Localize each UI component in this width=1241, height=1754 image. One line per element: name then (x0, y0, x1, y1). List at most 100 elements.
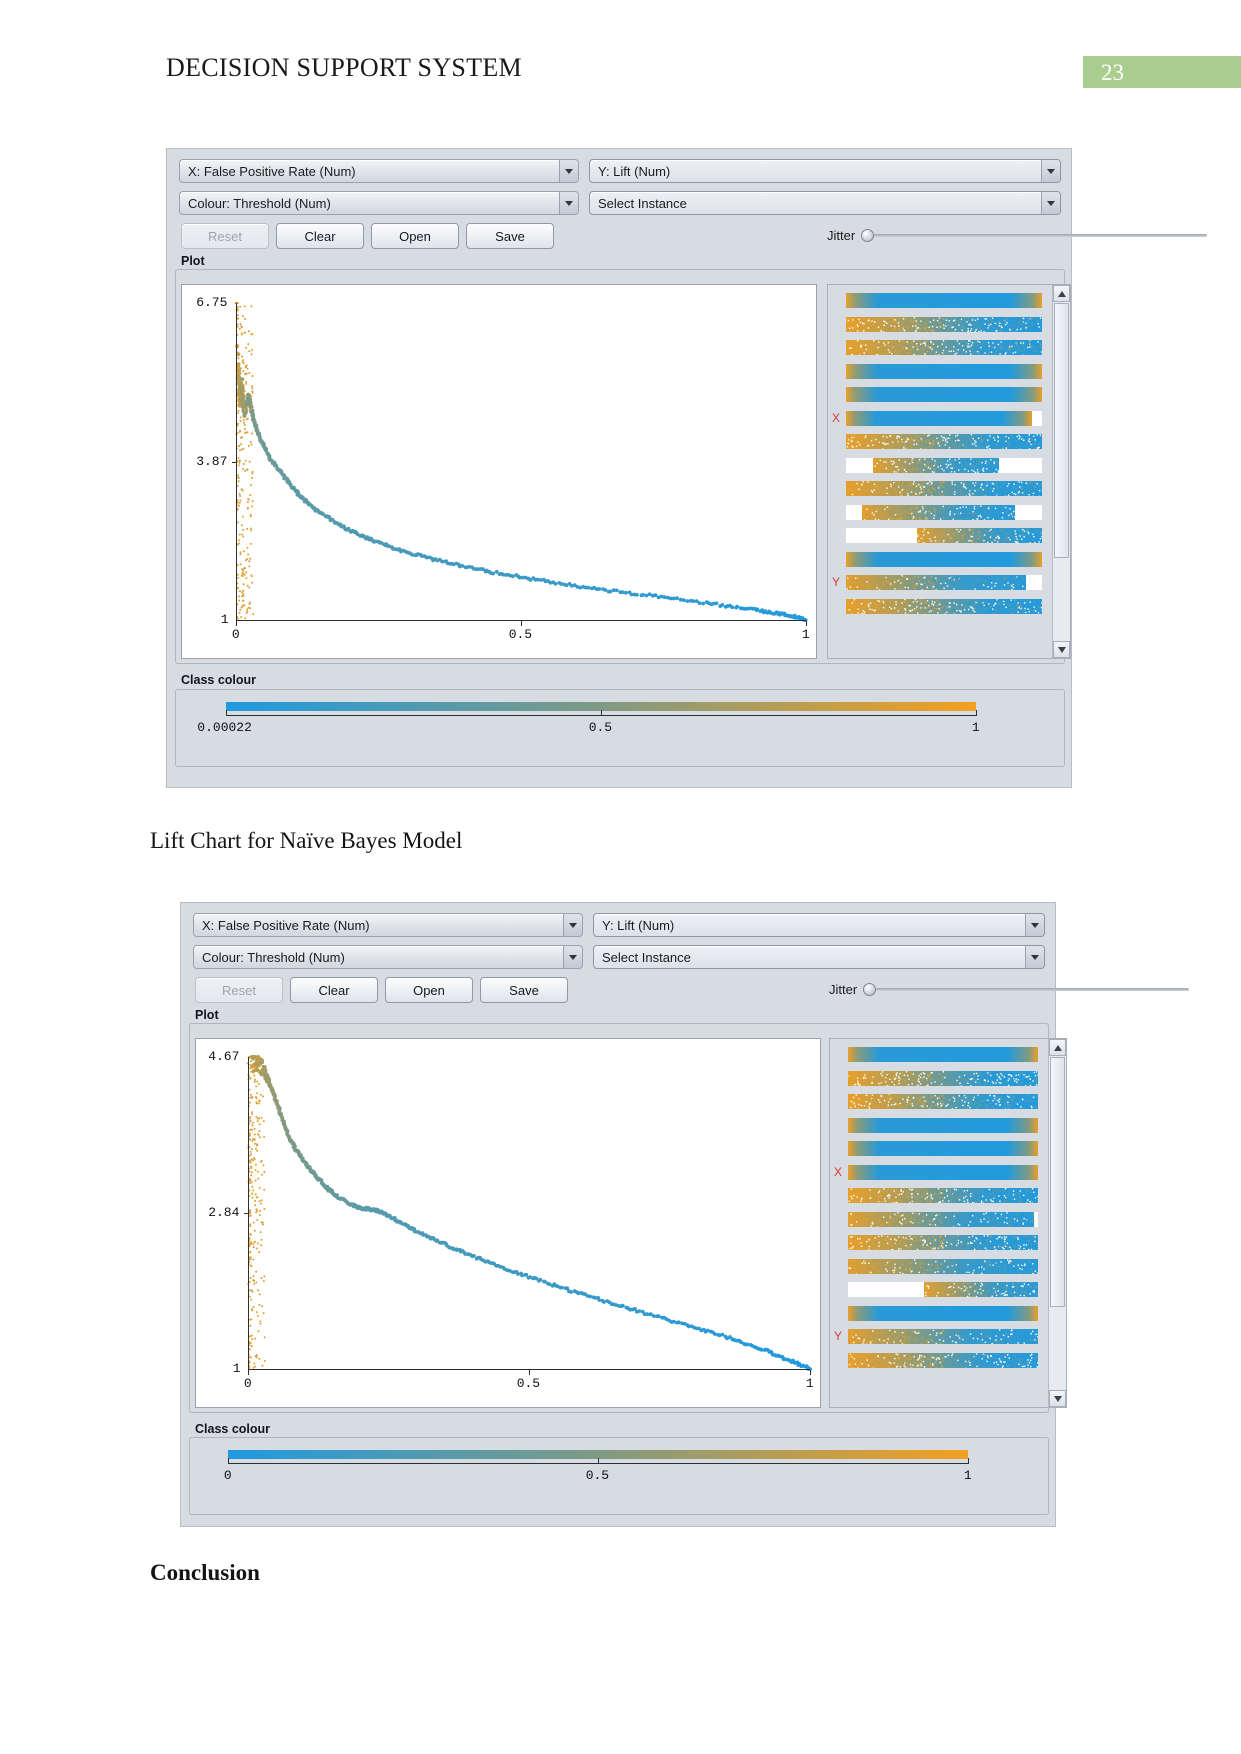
jitter-slider[interactable]: Jitter (827, 228, 1207, 243)
attribute-bar[interactable] (846, 575, 1042, 590)
y-attribute-label: Y: Lift (Num) (602, 917, 675, 933)
x-axis-marker: X (834, 1164, 843, 1179)
x-attribute-combo[interactable]: X: False Positive Rate (Num) (179, 159, 579, 183)
x-tick-label: 1 (801, 627, 810, 642)
scatter-plot-canvas[interactable]: 6.75 3.87 1 0 0.5 1 (181, 284, 817, 659)
chevron-down-icon[interactable] (1041, 192, 1060, 214)
jitter-knob[interactable] (863, 983, 877, 996)
attribute-bar[interactable] (846, 293, 1042, 308)
scatter-plot-canvas[interactable]: 4.67 2.84 1 0 0.5 1 (195, 1038, 821, 1408)
attribute-bar[interactable] (846, 340, 1042, 355)
attribute-bar-fill (846, 293, 1042, 308)
scroll-up-button[interactable] (1053, 285, 1070, 302)
attribute-bar[interactable] (848, 1070, 1038, 1086)
attribute-bar[interactable] (848, 1235, 1038, 1250)
jitter-knob[interactable] (861, 229, 875, 242)
attribute-bar[interactable] (848, 1258, 1038, 1274)
y-attribute-label: Y: Lift (Num) (598, 163, 671, 179)
attribute-bar-fill (848, 1117, 1038, 1133)
scroll-up-button[interactable] (1049, 1039, 1066, 1056)
jitter-slider[interactable]: Jitter (829, 982, 1189, 997)
attribute-bar-fill (846, 363, 1042, 379)
chevron-down-icon[interactable] (563, 914, 582, 936)
attribute-bar[interactable] (846, 481, 1042, 496)
attribute-bar[interactable] (848, 1305, 1038, 1321)
attribute-bar[interactable] (846, 434, 1042, 449)
attribute-bar[interactable] (846, 598, 1042, 614)
attribute-bar-speckle (849, 1329, 1038, 1344)
attribute-bar-fill (848, 1164, 1038, 1180)
attribute-bars-scrollbar[interactable] (1052, 285, 1070, 658)
attribute-bars-panel[interactable]: XY (827, 284, 1071, 659)
attribute-bar[interactable] (846, 457, 1042, 473)
chevron-down-icon[interactable] (559, 160, 578, 182)
scrollbar-thumb[interactable] (1054, 303, 1069, 558)
chevron-down-glyph (1031, 954, 1039, 960)
attribute-bar-speckle (846, 340, 1042, 355)
save-button[interactable]: Save (466, 223, 554, 249)
attribute-bar[interactable] (846, 551, 1042, 567)
colour-attribute-combo[interactable]: Colour: Threshold (Num) (193, 945, 583, 969)
attribute-bar[interactable] (848, 1047, 1038, 1062)
scrollbar-thumb[interactable] (1050, 1057, 1065, 1307)
attribute-bar[interactable] (848, 1282, 1038, 1297)
attribute-bar[interactable] (848, 1329, 1038, 1344)
attribute-bar-speckle (874, 457, 1000, 473)
open-button[interactable]: Open (371, 223, 459, 249)
colour-attribute-label: Colour: Threshold (Num) (188, 195, 331, 211)
colour-attribute-combo[interactable]: Colour: Threshold (Num) (179, 191, 579, 215)
section-heading-conclusion: Conclusion (150, 1560, 260, 1585)
legend-tick-label: 1 (963, 1468, 972, 1483)
jitter-track[interactable] (874, 234, 1207, 237)
instance-selector-label: Select Instance (598, 195, 687, 211)
attribute-bar[interactable] (848, 1117, 1038, 1133)
chevron-down-icon[interactable] (1025, 946, 1044, 968)
attribute-bar-fill (846, 387, 1042, 402)
attribute-bar[interactable] (848, 1141, 1038, 1156)
attribute-bar[interactable] (848, 1188, 1038, 1203)
scroll-down-button[interactable] (1049, 1390, 1066, 1407)
chevron-down-icon[interactable] (563, 946, 582, 968)
chevron-down-icon[interactable] (559, 192, 578, 214)
x-tick-label: 1 (805, 1376, 814, 1391)
y-tick-mark (232, 462, 237, 463)
instance-selector-combo[interactable]: Select Instance (589, 191, 1061, 215)
y-attribute-combo[interactable]: Y: Lift (Num) (589, 159, 1061, 183)
attribute-bar[interactable] (848, 1211, 1038, 1227)
chevron-down-icon[interactable] (1025, 914, 1044, 936)
chevron-down-glyph (1047, 200, 1055, 206)
chevron-down-icon[interactable] (1041, 160, 1060, 182)
clear-button[interactable]: Clear (290, 977, 378, 1003)
attribute-bar[interactable] (846, 504, 1042, 520)
save-button[interactable]: Save (480, 977, 568, 1003)
y-attribute-combo[interactable]: Y: Lift (Num) (593, 913, 1045, 937)
legend-tick-mark (226, 710, 227, 716)
attribute-bar[interactable] (846, 363, 1042, 379)
attribute-bars-list: XY (828, 285, 1052, 658)
scroll-down-button[interactable] (1053, 641, 1070, 658)
x-tick-mark (810, 1370, 811, 1375)
instance-selector-combo[interactable]: Select Instance (593, 945, 1045, 969)
attribute-bars-list: XY (830, 1039, 1048, 1407)
chevron-down-glyph (565, 168, 573, 174)
x-tick-label: 0 (243, 1376, 252, 1391)
attribute-bar[interactable] (848, 1164, 1038, 1180)
legend-tick-mark (976, 710, 977, 716)
attribute-bar[interactable] (846, 387, 1042, 402)
attribute-bar[interactable] (846, 410, 1042, 426)
clear-button[interactable]: Clear (276, 223, 364, 249)
class-colour-box: 0 0.5 1 (189, 1437, 1049, 1515)
open-button[interactable]: Open (385, 977, 473, 1003)
x-tick-label: 0 (231, 627, 240, 642)
x-tick-mark (806, 621, 807, 626)
attribute-bars-panel[interactable]: XY (829, 1038, 1067, 1408)
jitter-track[interactable] (876, 988, 1189, 991)
attribute-bar[interactable] (846, 316, 1042, 332)
attribute-bar[interactable] (848, 1094, 1038, 1109)
x-attribute-combo[interactable]: X: False Positive Rate (Num) (193, 913, 583, 937)
attribute-bar[interactable] (848, 1352, 1038, 1368)
attribute-bars-scrollbar[interactable] (1048, 1039, 1066, 1407)
attribute-bar-speckle (861, 504, 1016, 520)
attribute-bar[interactable] (846, 528, 1042, 543)
jitter-label: Jitter (829, 982, 858, 997)
